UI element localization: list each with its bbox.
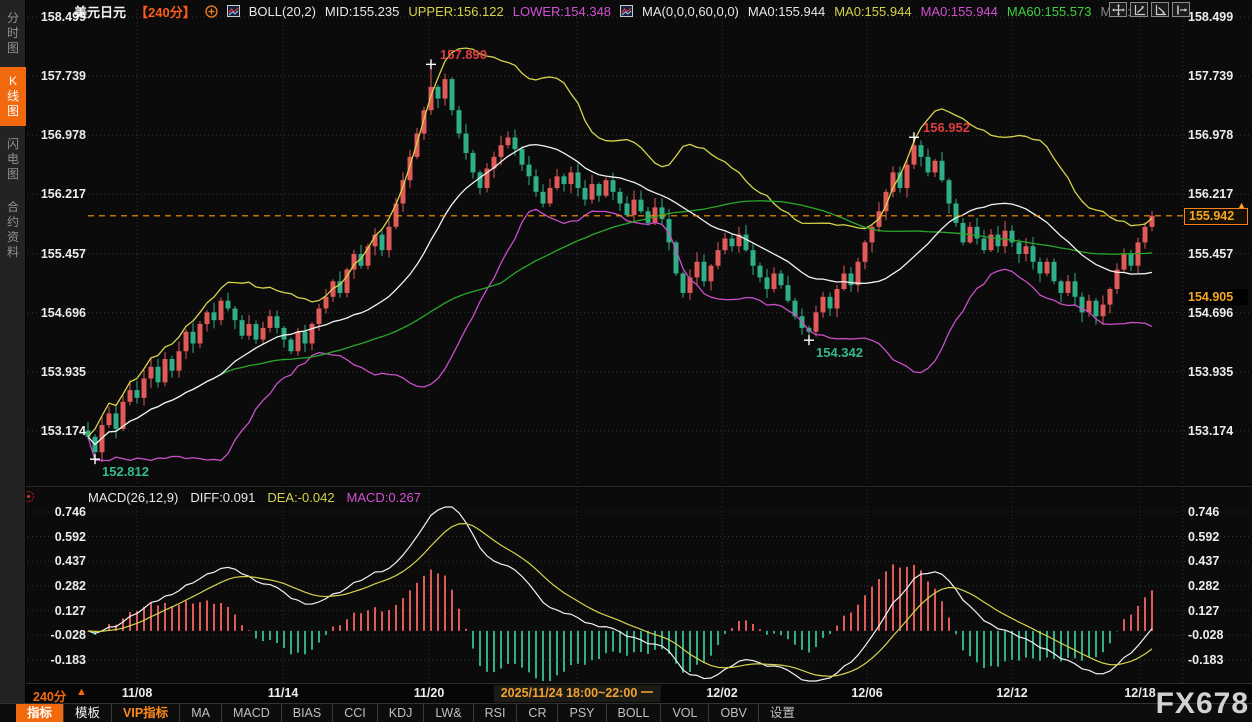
pan-right-icon[interactable] — [1172, 2, 1190, 17]
price-tick-left: 155.457 — [28, 246, 86, 262]
boll-indicator-icon[interactable] — [227, 5, 240, 17]
macd-dea-value: DEA:-0.042 — [267, 490, 334, 505]
price-tick-right: 153.174 — [1188, 423, 1250, 439]
tab-指标[interactable]: 指标 — [16, 704, 63, 722]
x-axis-current-date: 2025/11/24 18:00~22:00 一 — [494, 685, 661, 702]
sidebar-item-K线图[interactable]: K 线 图 — [0, 67, 26, 126]
macd-tick-right: 0.437 — [1188, 553, 1250, 569]
tab-RSI[interactable]: RSI — [473, 704, 517, 722]
macd-tick-right: 0.127 — [1188, 603, 1250, 619]
tab-MACD[interactable]: MACD — [221, 704, 281, 722]
macd-tick-right: -0.028 — [1188, 627, 1250, 643]
tab-MA[interactable]: MA — [179, 704, 221, 722]
price-up-arrow-icon: ▲ — [1237, 198, 1246, 213]
high-price-annotation: 157.890 — [440, 47, 487, 62]
current-price-label: 155.942 ▲ — [1184, 208, 1248, 225]
boll-mid-value: MID:155.235 — [325, 4, 399, 19]
macd-diff-value: DIFF:0.091 — [190, 490, 255, 505]
price-tick-right: 158.499 — [1188, 9, 1250, 25]
tab-CR[interactable]: CR — [516, 704, 557, 722]
low-price-annotation: 152.812 — [102, 464, 149, 479]
macd-header: MACD(26,12,9) DIFF:0.091 DEA:-0.042 MACD… — [88, 490, 421, 505]
price-tick-left: 154.696 — [28, 305, 86, 321]
x-axis-date: 11/08 — [122, 686, 153, 700]
tab-LW&[interactable]: LW& — [423, 704, 472, 722]
macd-tick-right: 0.282 — [1188, 578, 1250, 594]
price-tick-left: 157.739 — [28, 68, 86, 84]
x-axis-date: 11/14 — [268, 686, 299, 700]
indicator-tab-bar: 指标模板VIP指标MAMACDBIASCCIKDJLW&RSICRPSYBOLL… — [0, 703, 1252, 722]
macd-tick-right: 0.746 — [1188, 504, 1250, 520]
high-price-annotation: 156.952 — [923, 120, 970, 135]
fx678-watermark: FX678 — [1156, 687, 1249, 721]
x-axis-date: 12/06 — [851, 686, 882, 700]
tab-PSY[interactable]: PSY — [557, 704, 605, 722]
tab-设置[interactable]: 设置 — [758, 704, 806, 722]
macd-macd-value: MACD:0.267 — [347, 490, 421, 505]
macd-tick-left: 0.592 — [28, 529, 86, 545]
x-axis-date: 12/02 — [706, 686, 737, 700]
ma0-value-white: MA0:155.944 — [748, 4, 825, 19]
kline-chart-canvas[interactable] — [0, 0, 1252, 722]
low-price-annotation: 154.342 — [816, 345, 863, 360]
tab-KDJ[interactable]: KDJ — [377, 704, 424, 722]
x-axis-date: 11/20 — [414, 686, 445, 700]
price-tick-right: 157.739 — [1188, 68, 1250, 84]
price-tick-right: 153.935 — [1188, 364, 1250, 380]
boll-label: BOLL(20,2) — [249, 4, 316, 19]
macd-tick-left: 0.746 — [28, 504, 86, 520]
ma60-value: MA60:155.573 — [1007, 4, 1092, 19]
tab-VOL[interactable]: VOL — [660, 704, 708, 722]
ma0-value-yellow: MA0:155.944 — [834, 4, 911, 19]
price-tick-left: 156.978 — [28, 127, 86, 143]
crosshair-move-icon[interactable] — [1109, 2, 1127, 17]
ma-indicator-icon[interactable] — [620, 5, 633, 17]
ma0-value-magenta: MA0:155.944 — [921, 4, 998, 19]
macd-tick-left: 0.127 — [28, 603, 86, 619]
symbol-name: 美元日元 — [74, 2, 126, 21]
current-price-value: 155.942 — [1189, 209, 1234, 223]
tab-BOLL[interactable]: BOLL — [606, 704, 661, 722]
price-tick-left: 156.217 — [28, 186, 86, 202]
tab-模板[interactable]: 模板 — [63, 704, 111, 722]
macd-tick-left: -0.028 — [28, 627, 86, 643]
timeframe-label[interactable]: 【240分】 — [135, 2, 196, 21]
price-tick-right: 155.457 — [1188, 246, 1250, 262]
chart-type-sidebar: 分 时 图 K 线 图闪 电 图合 约 资 料 — [0, 0, 26, 703]
tab-CCI[interactable]: CCI — [332, 704, 377, 722]
macd-tick-left: 0.282 — [28, 578, 86, 594]
boll-lower-value: LOWER:154.348 — [513, 4, 611, 19]
x-axis-date: 12/18 — [1124, 686, 1155, 700]
time-axis-row: 240分 ▲ 11/0811/1411/202025/11/24 18:00~2… — [0, 684, 1252, 703]
macd-tick-right: -0.183 — [1188, 652, 1250, 668]
ma-label: MA(0,0,0,60,0,0) — [642, 4, 739, 19]
price-tick-left: 153.935 — [28, 364, 86, 380]
chart-header: 美元日元 【240分】 BOLL(20,2) MID:155.235 UPPER… — [74, 3, 1131, 19]
scale-axis-up-icon[interactable] — [1130, 2, 1148, 17]
price-tick-left: 153.174 — [28, 423, 86, 439]
period-dropdown-arrow-icon[interactable]: ▲ — [76, 686, 87, 698]
chart-toolbar — [1109, 2, 1190, 17]
macd-label: MACD(26,12,9) — [88, 490, 178, 505]
tab-BIAS[interactable]: BIAS — [281, 704, 333, 722]
sidebar-item-闪电图[interactable]: 闪 电 图 — [0, 130, 26, 189]
macd-tick-left: -0.183 — [28, 652, 86, 668]
sidebar-item-合约资料[interactable]: 合 约 资 料 — [0, 193, 26, 267]
price-tick-right: 156.978 — [1188, 127, 1250, 143]
expand-plus-icon[interactable] — [205, 5, 218, 18]
macd-tick-right: 0.592 — [1188, 529, 1250, 545]
price-tick-right: 154.696 — [1188, 305, 1250, 321]
tab-OBV[interactable]: OBV — [708, 704, 757, 722]
x-axis-date: 12/12 — [996, 686, 1027, 700]
macd-tick-left: 0.437 — [28, 553, 86, 569]
sidebar-item-分时图[interactable]: 分 时 图 — [0, 4, 26, 63]
trading-app: 分 时 图 K 线 图闪 电 图合 约 资 料 美元日元 【240分】 BOLL(… — [0, 0, 1252, 722]
scale-axis-down-icon[interactable] — [1151, 2, 1169, 17]
tab-VIP指标[interactable]: VIP指标 — [111, 704, 179, 722]
boll-upper-value: UPPER:156.122 — [408, 4, 503, 19]
marker-price-label: 154.905 — [1184, 289, 1248, 305]
